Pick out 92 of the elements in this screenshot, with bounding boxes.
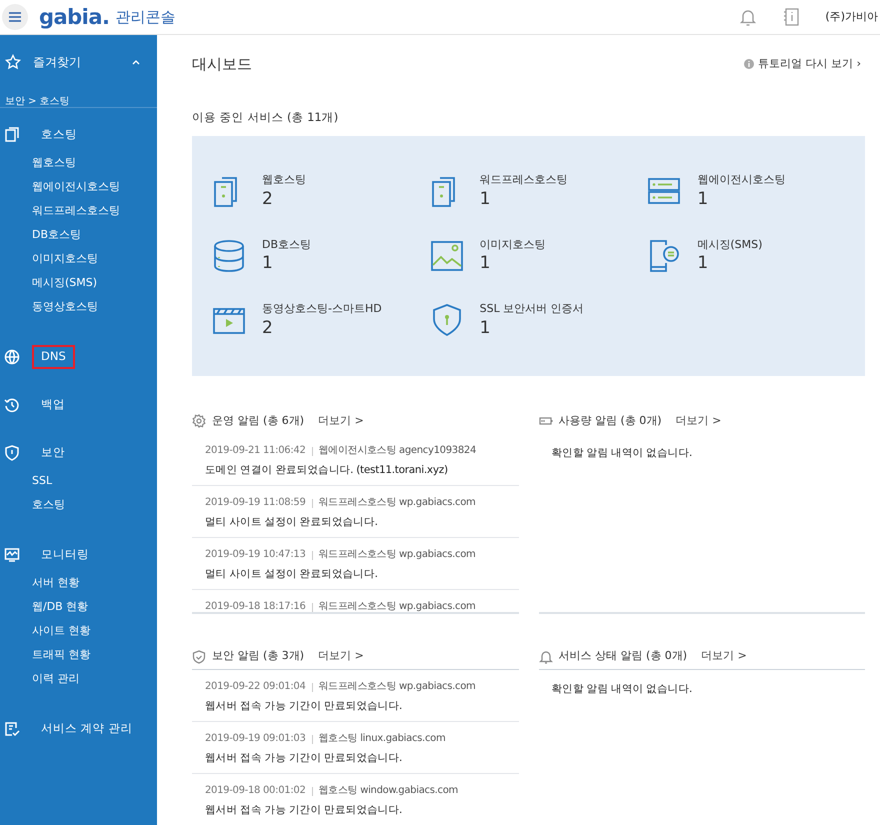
sidebar-group[interactable]: DNS — [32, 345, 75, 369]
sidebar-group[interactable]: 보안 — [32, 441, 74, 465]
chevron-up-icon[interactable] — [132, 59, 140, 65]
alert-time: 2019-09-21 11:06:42 — [205, 444, 306, 458]
app-title: 관리콘솔 — [115, 6, 176, 28]
service-name[interactable]: 웹호스팅 — [262, 172, 306, 188]
more-link[interactable]: 더보기 > — [701, 648, 747, 665]
alert-source: 웹호스팅 window.gabiacs.com — [318, 784, 458, 798]
alert-source: 웹호스팅 linux.gabiacs.com — [318, 732, 446, 746]
menu-button[interactable] — [2, 4, 28, 30]
tutorial-link[interactable]: 튜토리얼 다시 보기 › — [744, 56, 865, 73]
alert-section-title: 보안 알림 (총 3개) — [212, 648, 304, 664]
service-name[interactable]: DB호스팅 — [262, 236, 312, 253]
sidebar-item[interactable]: 호스팅 — [0, 493, 157, 517]
bell-icon — [538, 650, 552, 664]
services-title: 이용 중인 서비스 (총 11개) — [192, 108, 340, 126]
sidebar-group[interactable]: 서비스 계약 관리 — [32, 717, 142, 741]
service-count[interactable]: 1 — [697, 253, 762, 273]
service-name[interactable]: SSL 보안서버 인증서 — [480, 301, 584, 318]
alert-source: 웹에이전시호스팅 agency1093824 — [318, 444, 476, 458]
more-link[interactable]: 더보기 > — [676, 412, 722, 430]
alert-source: 워드프레스호스팅 wp.gabiacs.com — [318, 600, 476, 612]
service-count[interactable]: 1 — [480, 188, 568, 208]
history-icon — [4, 397, 20, 413]
alert-message: 멀티 사이트 설정이 완료되었습니다. — [205, 515, 379, 530]
sidebar-group[interactable]: 백업 — [32, 393, 74, 417]
more-link[interactable]: 더보기 > — [318, 412, 364, 430]
alert-time: 2019-09-19 09:01:03 — [205, 732, 306, 746]
service-name[interactable]: 동영상호스팅-스마트HD — [262, 301, 382, 318]
service-name[interactable]: 웹에이전시호스팅 — [697, 172, 786, 188]
favorites-label[interactable]: 즐겨찾기 — [33, 53, 81, 71]
sidebar-item[interactable]: SSL — [0, 469, 157, 493]
service-count[interactable]: 2 — [262, 318, 382, 338]
sidebar-item[interactable]: 메시징(SMS) — [0, 271, 157, 295]
alert-time: 2019-09-19 10:47:13 — [205, 548, 306, 562]
service-name[interactable]: 워드프레스호스팅 — [480, 172, 568, 188]
sidebar-item[interactable]: 워드프레스호스팅 — [0, 199, 157, 223]
sidebar-item[interactable]: 웹에이전시호스팅 — [0, 175, 157, 199]
favorite-shortcut[interactable]: 보안 > 호스팅 — [5, 96, 70, 107]
alert-time: 2019-09-19 11:08:59 — [205, 496, 306, 510]
alert-message: 멀티 사이트 설정이 완료되었습니다. — [205, 567, 379, 582]
more-link[interactable]: 더보기 > — [318, 648, 364, 665]
sidebar-item[interactable]: 이미지호스팅 — [0, 247, 157, 271]
sidebar-item[interactable]: 트래픽 현황 — [0, 643, 157, 667]
service-count[interactable]: 2 — [262, 188, 306, 208]
user-name[interactable]: (주)가비아 — [825, 8, 878, 26]
service-name[interactable]: 이미지호스팅 — [480, 236, 546, 253]
alert-message: 웹서버 접속 가능 기간이 만료되었습니다. — [205, 751, 404, 766]
alert-section-title: 서비스 상태 알림 (총 0개) — [558, 648, 688, 664]
alert-time: 2019-09-22 09:01:04 — [205, 680, 306, 694]
alert-message: 웹서버 접속 가능 기간이 만료되었습니다. — [205, 699, 404, 714]
sidebar-item[interactable]: 웹/DB 현황 — [0, 595, 157, 619]
alert-message: 도메인 연결이 완료되었습니다. (test11.torani.xyz) — [205, 463, 449, 478]
shield-icon — [4, 445, 20, 461]
alert-message: 웹서버 접속 가능 기간이 만료되었습니다. — [205, 803, 404, 818]
sidebar-group[interactable]: 호스팅 — [32, 123, 86, 147]
info-icon — [744, 59, 754, 70]
alert-source: 워드프레스호스팅 wp.gabiacs.com — [318, 680, 476, 694]
empty-message: 확인할 알림 내역이 없습니다. — [550, 446, 694, 461]
sidebar-item[interactable]: 동영상호스팅 — [0, 295, 157, 319]
star-icon — [5, 54, 21, 70]
sidebar-item[interactable]: 웹호스팅 — [0, 151, 157, 175]
empty-message: 확인할 알림 내역이 없습니다. — [550, 682, 694, 697]
info-book-icon[interactable] — [783, 8, 800, 26]
menu-icon — [9, 12, 21, 22]
sidebar-group[interactable]: 모니터링 — [32, 543, 98, 567]
sidebar-item[interactable]: 사이트 현황 — [0, 619, 157, 643]
alert-section-title: 사용량 알림 (총 0개) — [558, 412, 662, 429]
service-name[interactable]: 메시징(SMS) — [697, 236, 762, 253]
globe-icon — [4, 349, 20, 365]
database-icon — [212, 238, 246, 272]
alert-source: 워드프레스호스팅 wp.gabiacs.com — [318, 496, 476, 510]
alert-time: 2019-09-18 18:17:16 — [205, 600, 306, 612]
alert-section-title: 운영 알림 (총 6개) — [212, 412, 304, 429]
service-count[interactable]: 1 — [262, 253, 312, 273]
page-title: 대시보드 — [192, 54, 252, 76]
document-check-icon — [4, 721, 20, 737]
image-icon — [430, 238, 464, 272]
bell-icon[interactable] — [739, 8, 758, 26]
service-count[interactable]: 1 — [697, 188, 786, 208]
sidebar-item[interactable]: 이력 관리 — [0, 667, 157, 691]
shield-icon — [192, 650, 206, 664]
service-count[interactable]: 1 — [480, 253, 546, 273]
logo[interactable]: gabia. — [39, 6, 110, 28]
settings-icon — [192, 414, 206, 428]
phone-chat-icon — [647, 238, 682, 272]
alert-source: 워드프레스호스팅 wp.gabiacs.com — [318, 548, 476, 562]
sidebar-item[interactable]: 서버 현황 — [0, 571, 157, 595]
service-count[interactable]: 1 — [480, 318, 584, 338]
monitor-icon — [4, 547, 20, 563]
alert-time: 2019-09-18 00:01:02 — [205, 784, 306, 798]
sidebar-item[interactable]: DB호스팅 — [0, 223, 157, 247]
